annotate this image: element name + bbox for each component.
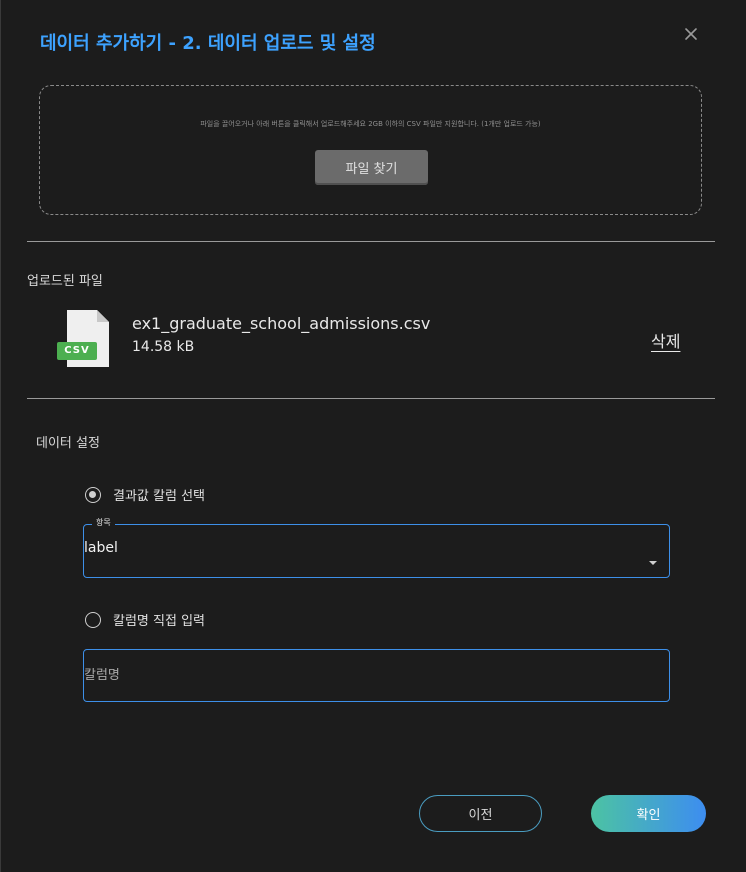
csv-badge-label: CSV	[64, 345, 90, 356]
result-column-select[interactable]: 항목 label	[83, 517, 670, 578]
radio-manual-column-input[interactable]	[85, 612, 101, 628]
close-icon[interactable]	[681, 24, 701, 44]
divider	[27, 398, 715, 399]
chevron-down-icon[interactable]	[649, 561, 657, 565]
radio-select-result-column[interactable]	[85, 487, 101, 503]
file-dropzone[interactable]: 파일을 끌어오거나 아래 버튼을 클릭해서 업로드해주세요 2GB 이하의 CS…	[39, 85, 702, 215]
radio-select-result-column-label: 결과값 칼럼 선택	[113, 489, 205, 504]
find-file-button[interactable]: 파일 찾기	[315, 150, 428, 185]
add-data-dialog: 데이터 추가하기 - 2. 데이터 업로드 및 설정 파일을 끌어오거나 아래 …	[0, 0, 746, 872]
file-name: ex1_graduate_school_admissions.csv	[132, 314, 431, 333]
dialog-title: 데이터 추가하기 - 2. 데이터 업로드 및 설정	[40, 33, 376, 54]
select-value: label	[84, 540, 118, 556]
data-settings-label: 데이터 설정	[36, 436, 100, 451]
file-size: 14.58 kB	[132, 339, 195, 355]
divider	[27, 241, 715, 242]
confirm-button[interactable]: 확인	[591, 795, 706, 832]
dropzone-hint: 파일을 끌어오거나 아래 버튼을 클릭해서 업로드해주세요 2GB 이하의 CS…	[200, 120, 541, 128]
select-legend: 항목	[92, 517, 115, 528]
column-name-input[interactable]	[83, 649, 670, 702]
csv-file-icon: CSV	[57, 309, 113, 369]
delete-file-link[interactable]: 삭제	[651, 328, 680, 352]
uploaded-files-label: 업로드된 파일	[27, 274, 103, 289]
radio-manual-column-input-label: 칼럼명 직접 입력	[113, 614, 205, 629]
previous-button[interactable]: 이전	[419, 795, 542, 832]
